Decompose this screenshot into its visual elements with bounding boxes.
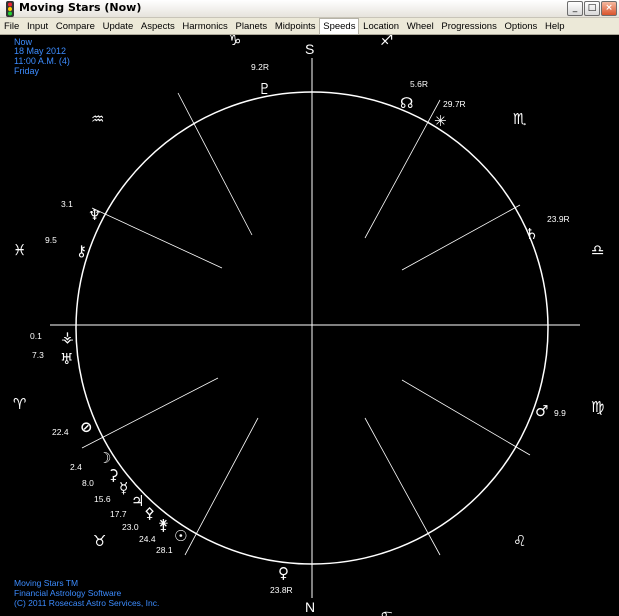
menu-wheel[interactable]: Wheel xyxy=(404,19,437,34)
venus-icon: ♀ xyxy=(278,564,289,582)
earth-speed: 22.4 xyxy=(52,427,69,437)
sagittarius-icon: ♐ xyxy=(380,35,393,49)
footer-copyright: (C) 2011 Rosecast Astro Services, Inc. xyxy=(14,598,160,608)
menu-options[interactable]: Options xyxy=(502,19,541,34)
neptune-speed: 3.1 xyxy=(61,199,73,209)
uranus-speed: 7.3 xyxy=(32,350,44,360)
vesta-speed: 0.1 xyxy=(30,331,42,341)
mercury-speed: 15.6 xyxy=(94,494,111,504)
pallas-speed: 23.0 xyxy=(122,522,139,532)
jupiter-speed: 17.7 xyxy=(110,509,127,519)
window-title: Moving Stars (Now) xyxy=(19,1,142,14)
menu-compare[interactable]: Compare xyxy=(53,19,98,34)
sun-speed: 28.1 xyxy=(156,545,173,555)
chart-wheel: S N ♑ ♐ ♏ ♎ ♍ ♌ ♋ ♉ ♈ ♓ ♒ ♇ 9.2R ☊ 5.6R … xyxy=(13,35,604,616)
menu-location[interactable]: Location xyxy=(360,19,402,34)
cusp-line xyxy=(364,99,441,239)
moon-icon: ☽ xyxy=(98,449,111,467)
aquarius-icon: ♒ xyxy=(91,110,104,128)
ceres-icon: ⚳ xyxy=(108,466,119,484)
menu-file[interactable]: File xyxy=(1,19,22,34)
pluto-icon: ♇ xyxy=(258,80,271,98)
juno-speed: 24.4 xyxy=(139,534,156,544)
moon-speed: 2.4 xyxy=(70,462,82,472)
node-icon: ☊ xyxy=(400,94,413,112)
saturn-icon: ♄ xyxy=(525,225,538,243)
cusp-line xyxy=(81,377,219,449)
pallas-icon: ⚴ xyxy=(144,504,155,522)
chiron-speed: 9.5 xyxy=(45,235,57,245)
menu-speeds[interactable]: Speeds xyxy=(319,17,360,35)
menu-progressions[interactable]: Progressions xyxy=(438,19,499,34)
menu-planets[interactable]: Planets xyxy=(233,19,271,34)
cusp-line xyxy=(184,417,259,556)
jupiter-icon: ♃ xyxy=(131,492,144,510)
menu-help[interactable]: Help xyxy=(542,19,568,34)
libra-icon: ♎ xyxy=(591,241,604,259)
menu-input[interactable]: Input xyxy=(24,19,51,34)
aries-icon: ♈ xyxy=(13,395,26,413)
leo-icon: ♌ xyxy=(513,532,526,550)
menu-bar: File Input Compare Update Aspects Harmon… xyxy=(0,17,619,35)
chiron-icon: ⚷ xyxy=(76,242,87,260)
minimize-button[interactable]: _ xyxy=(567,1,583,16)
saturn-speed: 23.9R xyxy=(547,214,570,224)
asteroid-speed: 29.7R xyxy=(443,99,466,109)
traffic-light-icon xyxy=(6,1,14,17)
mars-speed: 9.9 xyxy=(554,408,566,418)
vesta-icon: ⚶ xyxy=(61,328,74,346)
scorpio-icon: ♏ xyxy=(513,110,527,128)
virgo-icon: ♍ xyxy=(591,398,604,416)
footer-product: Moving Stars TM xyxy=(14,578,79,588)
menu-aspects[interactable]: Aspects xyxy=(138,19,178,34)
juno-icon: ⚵ xyxy=(158,516,169,534)
maximize-button[interactable]: □ xyxy=(584,1,600,16)
pisces-icon: ♓ xyxy=(13,241,26,259)
cusp-line xyxy=(401,204,521,271)
ceres-speed: 8.0 xyxy=(82,478,94,488)
uranus-icon: ♅ xyxy=(60,350,73,368)
capricorn-icon: ♑ xyxy=(228,35,241,49)
sun-icon: ☉ xyxy=(174,527,187,545)
menu-midpoints[interactable]: Midpoints xyxy=(272,19,319,34)
footer-subtitle: Financial Astrology Software xyxy=(14,588,122,598)
close-button[interactable]: × xyxy=(601,1,617,16)
venus-speed: 23.8R xyxy=(270,585,293,595)
cusp-line xyxy=(364,417,441,556)
asteroid-icon: ✳ xyxy=(434,112,447,130)
pluto-speed: 9.2R xyxy=(251,62,269,72)
menu-harmonics[interactable]: Harmonics xyxy=(179,19,230,34)
taurus-icon: ♉ xyxy=(93,532,106,550)
menu-update[interactable]: Update xyxy=(100,19,137,34)
north-label: N xyxy=(305,599,315,615)
neptune-icon: ♆ xyxy=(88,206,101,224)
cusp-line xyxy=(401,379,531,456)
earth-icon: ⊘ xyxy=(80,418,93,436)
mars-icon: ♂ xyxy=(535,402,548,420)
mercury-icon: ☿ xyxy=(119,479,128,497)
cusp-line xyxy=(177,92,253,236)
south-label: S xyxy=(305,41,314,57)
cancer-icon: ♋ xyxy=(380,608,393,616)
node-speed: 5.6R xyxy=(410,79,428,89)
title-bar: Moving Stars (Now) _ □ × xyxy=(0,0,619,18)
cusp-line xyxy=(91,207,223,269)
